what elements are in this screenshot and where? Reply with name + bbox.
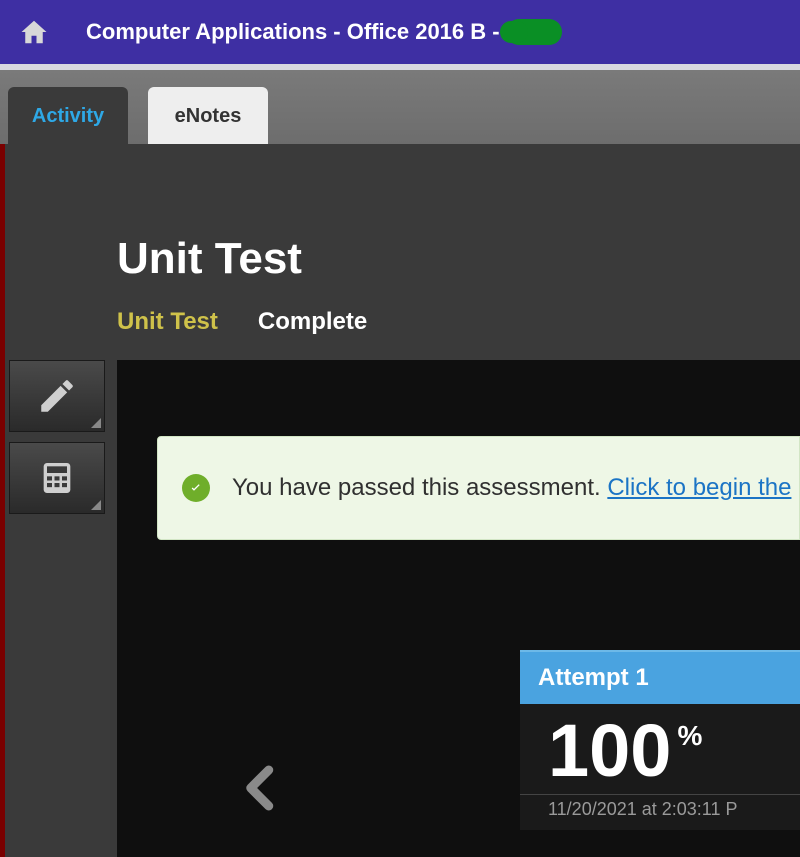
attempt-score: 100 % xyxy=(520,704,800,794)
home-icon xyxy=(19,17,49,47)
chevron-left-icon xyxy=(235,748,289,828)
begin-next-link[interactable]: Click to begin the xyxy=(607,474,791,501)
tab-activity[interactable]: Activity xyxy=(8,87,128,145)
pencil-icon xyxy=(36,375,78,417)
course-title: Computer Applications - Office 2016 B - xyxy=(86,19,562,45)
attempt-label: Attempt 1 xyxy=(520,650,800,704)
attempt-card: Attempt 1 100 % 11/20/2021 at 2:03:11 P xyxy=(520,650,800,830)
tab-enotes[interactable]: eNotes xyxy=(148,87,268,145)
page-subtitle: Unit Test xyxy=(117,308,218,336)
pass-banner: You have passed this assessment. Click t… xyxy=(157,436,800,540)
score-number: 100 xyxy=(548,714,671,788)
content-canvas: You have passed this assessment. Click t… xyxy=(117,360,800,857)
score-percent: % xyxy=(677,720,702,752)
tool-column xyxy=(9,360,105,524)
tab-enotes-label: eNotes xyxy=(175,105,242,128)
page-title: Unit Test xyxy=(117,234,367,284)
attempt-timestamp: 11/20/2021 at 2:03:11 P xyxy=(520,794,800,830)
app-header: Computer Applications - Office 2016 B - xyxy=(0,0,800,64)
course-title-text: Computer Applications - Office 2016 B - xyxy=(86,19,500,45)
home-button[interactable] xyxy=(14,12,54,52)
calculator-icon xyxy=(37,458,77,498)
previous-attempt-button[interactable] xyxy=(227,748,297,828)
check-circle-icon xyxy=(182,474,210,502)
page-status: Complete xyxy=(258,308,367,336)
pencil-tool-button[interactable] xyxy=(9,360,105,432)
body-area: Unit Test Unit Test Complete xyxy=(5,144,800,857)
tab-activity-label: Activity xyxy=(32,105,104,128)
calculator-tool-button[interactable] xyxy=(9,442,105,514)
title-block: Unit Test Unit Test Complete xyxy=(117,234,367,336)
banner-text: You have passed this assessment. xyxy=(232,474,607,501)
redacted-name xyxy=(506,19,562,45)
tab-strip: Activity eNotes xyxy=(0,64,800,144)
